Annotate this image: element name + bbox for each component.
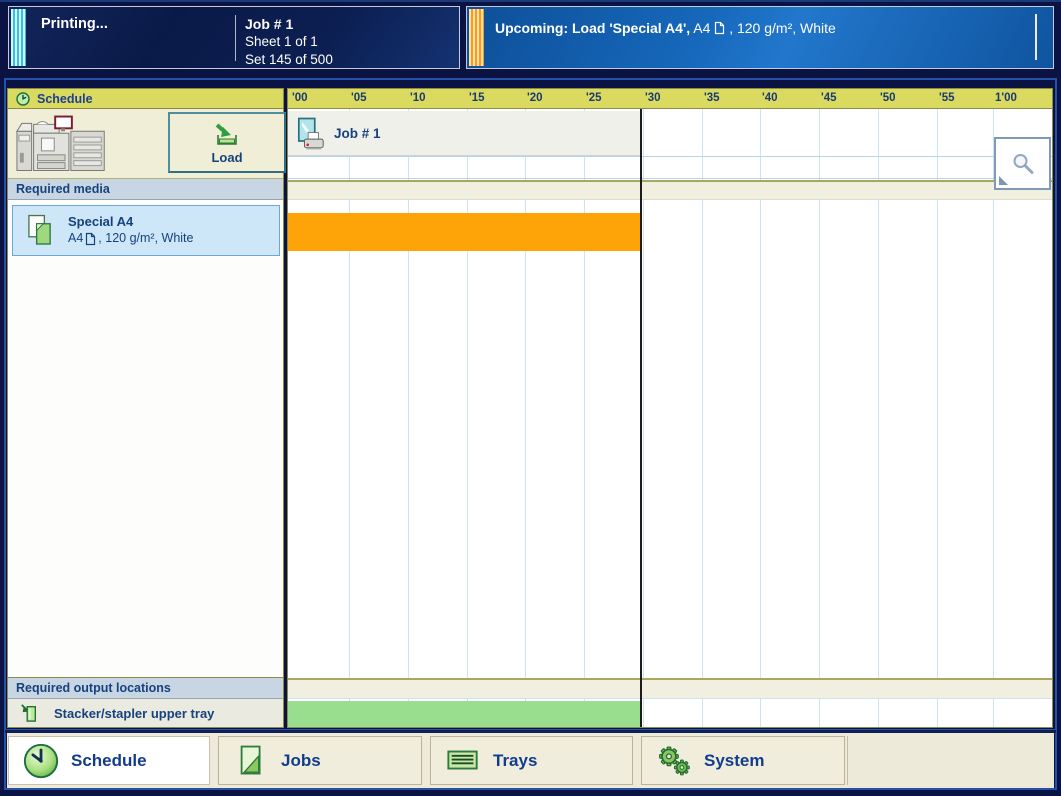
tick-label: 1'00: [995, 92, 1017, 104]
tab-jobs-label: Jobs: [281, 751, 321, 771]
grid-line: [993, 109, 994, 727]
tick-label: '00: [292, 92, 308, 104]
portrait-doc-icon: [714, 21, 725, 35]
tick-label: '05: [351, 92, 367, 104]
grid-line: [760, 109, 761, 727]
timeline-panel: '00 '05 '10 '15 '20 '25 '30 '35 '40 '45 …: [287, 88, 1053, 728]
tick-label: '20: [527, 92, 543, 104]
schedule-panel-header: Schedule: [8, 89, 283, 109]
tick-label: '35: [704, 92, 720, 104]
timeline-ruler: '00 '05 '10 '15 '20 '25 '30 '35 '40 '45 …: [288, 89, 1052, 109]
tab-system[interactable]: System: [641, 736, 845, 785]
tick-label: '25: [586, 92, 602, 104]
magnifier-icon: [1010, 151, 1036, 177]
tab-schedule-label: Schedule: [71, 751, 147, 771]
jobs-icon: [238, 744, 265, 777]
printer-illustration: [14, 115, 116, 173]
clock-icon: [16, 92, 30, 106]
tab-schedule[interactable]: Schedule: [8, 736, 210, 785]
upcoming-media-size: A4: [693, 20, 710, 36]
upcoming-attention-stripe: [469, 9, 484, 66]
required-media-header: Required media: [8, 179, 283, 200]
grid-line: [819, 109, 820, 727]
job-icon: [296, 116, 326, 151]
grid-line: [643, 109, 644, 727]
required-media-list: Special A4 A4 , 120 g/m², White: [8, 200, 283, 677]
upcoming-message-bold: Upcoming: Load 'Special A4',: [495, 20, 690, 36]
tick-label: '40: [762, 92, 778, 104]
schedule-tools-area: Load: [8, 109, 283, 179]
job-progress-sheet: Sheet 1 of 1: [245, 33, 333, 51]
upcoming-panel-end-line: [1035, 14, 1037, 60]
upcoming-message: Upcoming: Load 'Special A4', A4 , 120 g/…: [495, 20, 836, 36]
zoom-corner-handle: [999, 176, 1008, 185]
trays-icon: [446, 748, 480, 773]
media-item-size: A4: [68, 230, 83, 247]
media-item-detail-text: , 120 g/m², White: [98, 230, 193, 247]
tick-label: '45: [821, 92, 837, 104]
grid-line: [878, 109, 879, 727]
portrait-doc-icon: [85, 232, 96, 246]
job-progress-info: Job # 1 Sheet 1 of 1 Set 145 of 500: [245, 15, 333, 69]
required-output-header: Required output locations: [8, 677, 283, 699]
media-item-special-a4[interactable]: Special A4 A4 , 120 g/m², White: [12, 205, 280, 256]
output-item-stacker[interactable]: Stacker/stapler upper tray: [8, 699, 283, 727]
tab-trays[interactable]: Trays: [430, 736, 633, 785]
grid-line: [349, 109, 350, 727]
app-root: Printing... Job # 1 Sheet 1 of 1 Set 145…: [0, 0, 1061, 796]
media-item-text: Special A4 A4 , 120 g/m², White: [68, 214, 193, 247]
clock-icon: [22, 742, 60, 780]
media-sheets-icon: [27, 214, 54, 247]
printing-status-panel: Printing... Job # 1 Sheet 1 of 1 Set 145…: [8, 6, 460, 69]
grid-line: [702, 109, 703, 727]
output-item-label: Stacker/stapler upper tray: [54, 706, 214, 721]
printing-status-label: Printing...: [41, 16, 108, 32]
tick-label: '10: [410, 92, 426, 104]
zoom-button[interactable]: [994, 137, 1051, 190]
output-usage-bar: [288, 701, 640, 727]
nav-end-divider: [847, 736, 848, 785]
load-button[interactable]: Load: [168, 112, 286, 173]
bottom-navbar: Schedule Jobs Trays: [7, 733, 1054, 788]
printing-activity-stripe: [11, 9, 26, 66]
output-section-band: [288, 678, 1052, 699]
sheet-row: [288, 156, 1052, 179]
grid-line: [525, 109, 526, 727]
grid-line: [584, 109, 585, 727]
upcoming-action-panel: Upcoming: Load 'Special A4', A4 , 120 g/…: [466, 6, 1054, 69]
tick-label: '15: [469, 92, 485, 104]
load-icon: [212, 121, 242, 148]
schedule-panel: Schedule: [7, 88, 284, 728]
media-item-name: Special A4: [68, 214, 193, 230]
time-cursor-line: [640, 109, 642, 727]
tick-label: '50: [880, 92, 896, 104]
system-icon: [656, 745, 693, 777]
job-bar-label: Job # 1: [334, 126, 381, 141]
top-edge-highlight: [0, 0, 1061, 2]
timeline-body: Job # 1: [288, 109, 1052, 727]
media-item-details: A4 , 120 g/m², White: [68, 230, 193, 247]
media-section-band: [288, 180, 1052, 200]
grid-line: [467, 109, 468, 727]
tab-system-label: System: [704, 751, 764, 771]
status-divider: [235, 15, 236, 61]
tick-label: '30: [645, 92, 661, 104]
output-tray-icon: [20, 702, 38, 724]
media-load-bar[interactable]: [288, 213, 640, 251]
load-button-label: Load: [211, 150, 242, 165]
job-bar[interactable]: Job # 1: [288, 111, 641, 156]
upcoming-media-details: , 120 g/m², White: [729, 20, 836, 36]
schedule-panel-title: Schedule: [37, 92, 93, 106]
tab-jobs[interactable]: Jobs: [218, 736, 422, 785]
job-progress-title: Job # 1: [245, 15, 333, 33]
grid-line: [937, 109, 938, 727]
grid-line: [408, 109, 409, 727]
tab-trays-label: Trays: [493, 751, 537, 771]
job-progress-set: Set 145 of 500: [245, 51, 333, 69]
tick-label: '55: [939, 92, 955, 104]
